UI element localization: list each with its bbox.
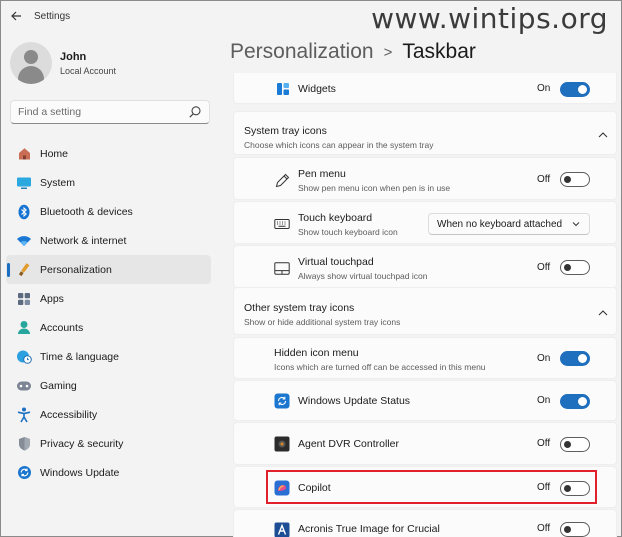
pen-icon (274, 172, 290, 188)
sidebar-item-gaming[interactable]: Gaming (6, 371, 211, 400)
breadcrumb-parent[interactable]: Personalization (230, 40, 374, 64)
other-tray-subtitle: Show or hide additional system tray icon… (244, 317, 401, 327)
pen-menu-toggle[interactable] (560, 172, 590, 187)
widgets-icon (275, 81, 291, 97)
sidebar-item-time-language[interactable]: Time & language (6, 342, 211, 371)
hidden-icon-menu-label: Hidden icon menu (274, 347, 359, 359)
search-icon (189, 106, 201, 118)
virtual-touchpad-row[interactable]: Virtual touchpad Always show virtual tou… (233, 245, 617, 288)
copilot-highlight-box (266, 470, 597, 504)
monitor-icon (16, 175, 32, 191)
chevron-up-icon (598, 310, 608, 316)
acronis-label: Acronis True Image for Crucial (298, 523, 440, 535)
search-input[interactable]: Find a setting (10, 100, 210, 124)
app-title: Settings (34, 10, 71, 22)
virtual-touchpad-desc: Always show virtual touchpad icon (298, 271, 428, 281)
widgets-label: Widgets (298, 83, 336, 95)
widgets-toggle[interactable] (560, 82, 590, 97)
touchpad-icon (274, 260, 290, 276)
agent-dvr-row[interactable]: Agent DVR Controller Off (233, 422, 617, 465)
agent-dvr-icon (274, 436, 290, 452)
touch-keyboard-desc: Show touch keyboard icon (298, 227, 398, 237)
breadcrumb: Personalization > Taskbar (230, 40, 476, 64)
page-title: Taskbar (402, 40, 476, 63)
sidebar-item-accessibility[interactable]: Accessibility (6, 400, 211, 429)
accessibility-icon (16, 407, 32, 423)
hidden-icon-menu-state: On (537, 353, 551, 364)
hidden-icon-menu-toggle[interactable] (560, 351, 590, 366)
touch-keyboard-label: Touch keyboard (298, 212, 373, 224)
bluetooth-icon (16, 204, 32, 220)
sidebar-item-apps[interactable]: Apps (6, 284, 211, 313)
pen-menu-row[interactable]: Pen menu Show pen menu icon when pen is … (233, 157, 617, 200)
windows-update-status-state: On (537, 395, 551, 406)
virtual-touchpad-state: Off (537, 262, 551, 273)
update-icon (16, 465, 32, 481)
acronis-row[interactable]: Acronis True Image for Crucial Off (233, 509, 617, 537)
hidden-icon-menu-desc: Icons which are turned off can be access… (274, 362, 486, 372)
sidebar-item-accounts[interactable]: Accounts (6, 313, 211, 342)
system-tray-section-header[interactable]: System tray icons Choose which icons can… (233, 111, 617, 155)
chevron-up-icon (598, 132, 608, 138)
widgets-state: On (537, 83, 551, 94)
pen-menu-desc: Show pen menu icon when pen is in use (298, 183, 451, 193)
touch-keyboard-dropdown[interactable]: When no keyboard attached (428, 213, 590, 235)
agent-dvr-toggle[interactable] (560, 437, 590, 452)
pen-menu-state: Off (537, 174, 551, 185)
shield-icon (16, 436, 32, 452)
apps-icon (16, 291, 32, 307)
breadcrumb-separator: > (383, 43, 393, 61)
sidebar-item-personalization[interactable]: Personalization (6, 255, 211, 284)
windows-update-status-toggle[interactable] (560, 394, 590, 409)
sidebar-item-windows-update[interactable]: Windows Update (6, 458, 211, 487)
windows-update-status-label: Windows Update Status (298, 395, 411, 407)
keyboard-icon (274, 216, 290, 232)
gamepad-icon (16, 378, 32, 394)
back-arrow-icon (10, 11, 21, 21)
sidebar-item-privacy[interactable]: Privacy & security (6, 429, 211, 458)
acronis-icon (274, 522, 290, 537)
settings-content: Widgets On System tray icons Choose whic… (233, 73, 617, 537)
brush-icon (16, 262, 32, 278)
acronis-toggle[interactable] (560, 522, 590, 537)
agent-dvr-state: Off (537, 438, 551, 449)
hidden-icon-menu-row[interactable]: Hidden icon menu Icons which are turned … (233, 337, 617, 379)
user-name: John (60, 50, 87, 63)
sidebar-item-network[interactable]: Network & internet (6, 226, 211, 255)
virtual-touchpad-label: Virtual touchpad (298, 256, 374, 268)
sidebar-item-bluetooth[interactable]: Bluetooth & devices (6, 197, 211, 226)
virtual-touchpad-toggle[interactable] (560, 260, 590, 275)
windows-update-icon (274, 393, 290, 409)
user-profile[interactable]: John Local Account (10, 42, 116, 84)
sidebar-item-home[interactable]: Home (6, 139, 211, 168)
globe-clock-icon (16, 349, 32, 365)
account-type: Local Account (60, 65, 117, 76)
other-tray-title: Other system tray icons (244, 302, 355, 314)
sidebar-nav: Home System Bluetooth & devices Network … (6, 139, 211, 487)
avatar (10, 42, 52, 84)
watermark: www.wintips.org (371, 2, 608, 35)
sidebar-item-system[interactable]: System (6, 168, 211, 197)
acronis-state: Off (537, 523, 551, 534)
search-placeholder: Find a setting (18, 106, 82, 118)
chevron-down-icon (572, 222, 580, 227)
agent-dvr-label: Agent DVR Controller (298, 438, 399, 450)
windows-update-status-row[interactable]: Windows Update Status On (233, 380, 617, 421)
touch-keyboard-row[interactable]: Touch keyboard Show touch keyboard icon … (233, 201, 617, 244)
system-tray-subtitle: Choose which icons can appear in the sys… (244, 140, 434, 150)
dropdown-value: When no keyboard attached (437, 218, 563, 230)
other-tray-section-header[interactable]: Other system tray icons Show or hide add… (233, 287, 617, 335)
home-icon (16, 146, 32, 162)
wifi-icon (16, 233, 32, 249)
person-icon (16, 320, 32, 336)
back-button[interactable] (2, 2, 30, 30)
pen-menu-label: Pen menu (298, 168, 346, 180)
widgets-row[interactable]: Widgets On (233, 73, 617, 104)
system-tray-title: System tray icons (244, 125, 327, 137)
